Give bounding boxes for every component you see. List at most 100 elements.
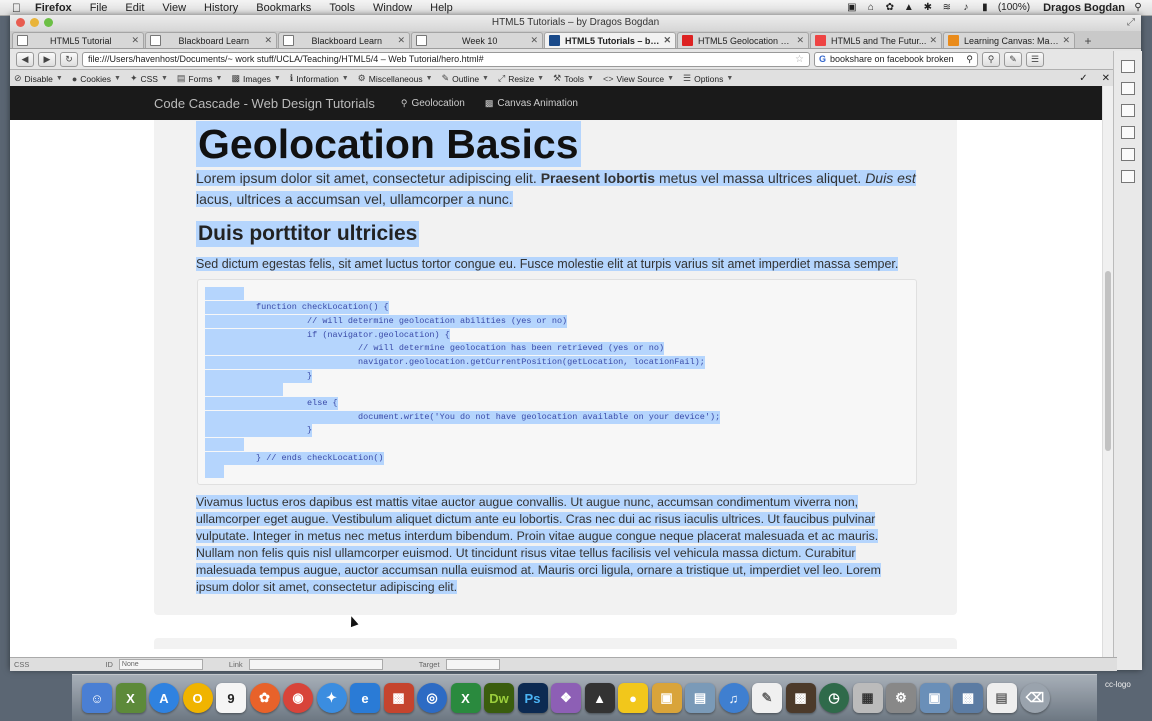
new-tab-button[interactable]: + <box>1080 34 1096 48</box>
earth-icon[interactable]: ◎ <box>417 683 447 713</box>
menu-window[interactable]: Window <box>364 2 421 14</box>
user-name[interactable]: Dragos Bogdan <box>1043 2 1125 14</box>
menu-tools[interactable]: Tools <box>320 2 364 14</box>
target-select[interactable] <box>445 659 500 670</box>
scrollbar-thumb[interactable] <box>1105 271 1111 451</box>
tab-geolocation-video[interactable]: HTML5 Geolocation Ba... ✕ <box>677 32 809 48</box>
dev-miscellaneous[interactable]: ⚙ Miscellaneous ▼ <box>358 73 433 84</box>
excel-icon[interactable]: X <box>450 683 481 713</box>
system-icon[interactable]: ▩ <box>953 683 983 713</box>
menu-edit[interactable]: Edit <box>116 2 153 14</box>
dreamweaver-icon[interactable]: Dw <box>484 683 514 713</box>
fullscreen-icon[interactable]: ⤢ <box>1127 15 1135 31</box>
menu-view[interactable]: View <box>153 2 195 14</box>
apple-menu-icon[interactable]:  <box>12 1 26 15</box>
close-icon[interactable]: ✕ <box>1102 73 1110 84</box>
x-icon[interactable]: X <box>115 683 146 713</box>
dev-resize[interactable]: ⤢ Resize ▼ <box>498 73 544 84</box>
black-icon[interactable]: ▲ <box>584 683 615 713</box>
dev-css[interactable]: ✦ CSS ▼ <box>130 73 168 84</box>
dev-disable[interactable]: ⊘ Disable ▼ <box>14 73 63 84</box>
dev-information[interactable]: ℹ Information ▼ <box>290 73 349 84</box>
screen-icon[interactable]: ▤ <box>685 683 715 713</box>
close-tab-icon[interactable]: ✕ <box>131 35 139 46</box>
search-icon[interactable]: ⚲ <box>966 54 973 65</box>
zoom-button[interactable]: ⚲ <box>982 51 1000 67</box>
menu-file[interactable]: File <box>81 2 117 14</box>
dev-options[interactable]: ☰ Options ▼ <box>683 73 733 84</box>
reload-button[interactable]: ↻ <box>60 51 78 67</box>
close-tab-icon[interactable]: ✕ <box>397 35 405 46</box>
app-store-icon[interactable]: A <box>149 683 179 713</box>
dev-tools[interactable]: ⚒ Tools ▼ <box>553 73 594 84</box>
tab-week-10[interactable]: Week 10 ✕ <box>411 32 543 48</box>
dev-cookies[interactable]: ● Cookies ▼ <box>72 74 121 84</box>
dev-forms[interactable]: ▤ Forms ▼ <box>177 73 223 84</box>
close-tab-icon[interactable]: ✕ <box>663 35 671 46</box>
photo2-icon[interactable]: ▩ <box>785 683 816 713</box>
dev-view-source[interactable]: <> View Source ▼ <box>603 74 674 84</box>
menu-bookmarks[interactable]: Bookmarks <box>247 2 320 14</box>
time-machine-icon[interactable]: ◷ <box>819 683 849 713</box>
tab-learning-canvas[interactable]: Learning Canvas: Maki... ✕ <box>943 32 1075 48</box>
close-tab-icon[interactable]: ✕ <box>796 35 804 46</box>
nav-canvas-animation[interactable]: ▩ Canvas Animation <box>485 98 578 109</box>
close-tab-icon[interactable]: ✕ <box>264 35 272 46</box>
o-icon[interactable]: O <box>182 683 213 713</box>
zoom-window-button[interactable] <box>44 18 53 27</box>
photoshop-icon[interactable]: Ps <box>517 683 548 713</box>
menu-button[interactable]: ☰ <box>1026 51 1044 67</box>
bluetooth-icon[interactable]: ✱ <box>922 2 934 13</box>
firefox-icon[interactable]: ✿ <box>249 683 280 713</box>
truck-icon[interactable]: ▣ <box>651 683 682 713</box>
itunes-icon[interactable]: ♫ <box>718 683 749 713</box>
close-window-button[interactable] <box>16 18 25 27</box>
link-field[interactable] <box>248 659 383 670</box>
photo-icon[interactable]: ▩ <box>383 683 414 713</box>
panel-tool-icon[interactable] <box>1121 170 1135 183</box>
menu-help[interactable]: Help <box>421 2 462 14</box>
forward-button[interactable]: ▶ <box>38 51 56 67</box>
search-input[interactable]: G bookshare on facebook broken ⚲ <box>814 51 978 67</box>
evernote-icon[interactable]: ✿ <box>884 2 896 13</box>
close-tab-icon[interactable]: ✕ <box>1062 35 1070 46</box>
volume-icon[interactable]: ♪ <box>960 2 972 13</box>
preview-icon[interactable]: ▣ <box>919 683 950 713</box>
spotlight-icon[interactable]: ⚲ <box>1132 2 1144 13</box>
id-select[interactable]: None <box>118 659 203 670</box>
url-bar[interactable]: file:///Users/havenhost/Documents/~ work… <box>82 51 810 67</box>
camera-icon[interactable]: ▣ <box>846 2 858 13</box>
trash-icon[interactable]: ⌫ <box>1020 683 1050 713</box>
panel-tool-icon[interactable] <box>1121 82 1135 95</box>
bookmark-star-icon[interactable]: ☆ <box>795 54 804 65</box>
panel-tool-icon[interactable] <box>1121 126 1135 139</box>
tab-html5-tutorials-active[interactable]: HTML5 Tutorials – by ... ✕ <box>544 32 676 48</box>
site-brand[interactable]: Code Cascade - Web Design Tutorials <box>154 96 375 111</box>
duck-icon[interactable]: ● <box>618 683 648 713</box>
panel-tool-icon[interactable] <box>1121 60 1135 73</box>
panel-tool-icon[interactable] <box>1121 104 1135 117</box>
chrome-icon[interactable]: ◉ <box>283 683 313 713</box>
nav-geolocation[interactable]: ⚲ Geolocation <box>401 98 465 109</box>
menu-firefox[interactable]: Firefox <box>26 2 81 14</box>
google-icon[interactable]: G <box>819 54 826 64</box>
battery-icon[interactable]: ▮ <box>979 2 991 13</box>
calendar-icon[interactable]: 9 <box>216 683 246 713</box>
minimize-window-button[interactable] <box>30 18 39 27</box>
calculator-icon[interactable]: ▦ <box>852 683 883 713</box>
ie-icon[interactable]: e <box>350 683 380 713</box>
page-viewport[interactable]: Code Cascade - Web Design Tutorials ⚲ Geo… <box>10 86 1102 649</box>
tab-html5-future[interactable]: HTML5 and The Futur... ✕ <box>810 32 942 48</box>
dev-outline[interactable]: ✎ Outline ▼ <box>442 73 489 84</box>
purple-icon[interactable]: ❖ <box>551 683 581 713</box>
close-tab-icon[interactable]: ✕ <box>530 35 538 46</box>
document-icon[interactable]: ▤ <box>986 683 1017 713</box>
safari-icon[interactable]: ✦ <box>316 683 347 713</box>
close-tab-icon[interactable]: ✕ <box>929 35 937 46</box>
panel-tool-icon[interactable] <box>1121 148 1135 161</box>
dev-images[interactable]: ▩ Images ▼ <box>231 73 280 84</box>
tools-button[interactable]: ✎ <box>1004 51 1022 67</box>
drive-icon[interactable]: ▲ <box>903 2 915 13</box>
tab-blackboard-1[interactable]: Blackboard Learn ✕ <box>145 32 277 48</box>
finder-icon[interactable]: ☺ <box>82 683 112 713</box>
